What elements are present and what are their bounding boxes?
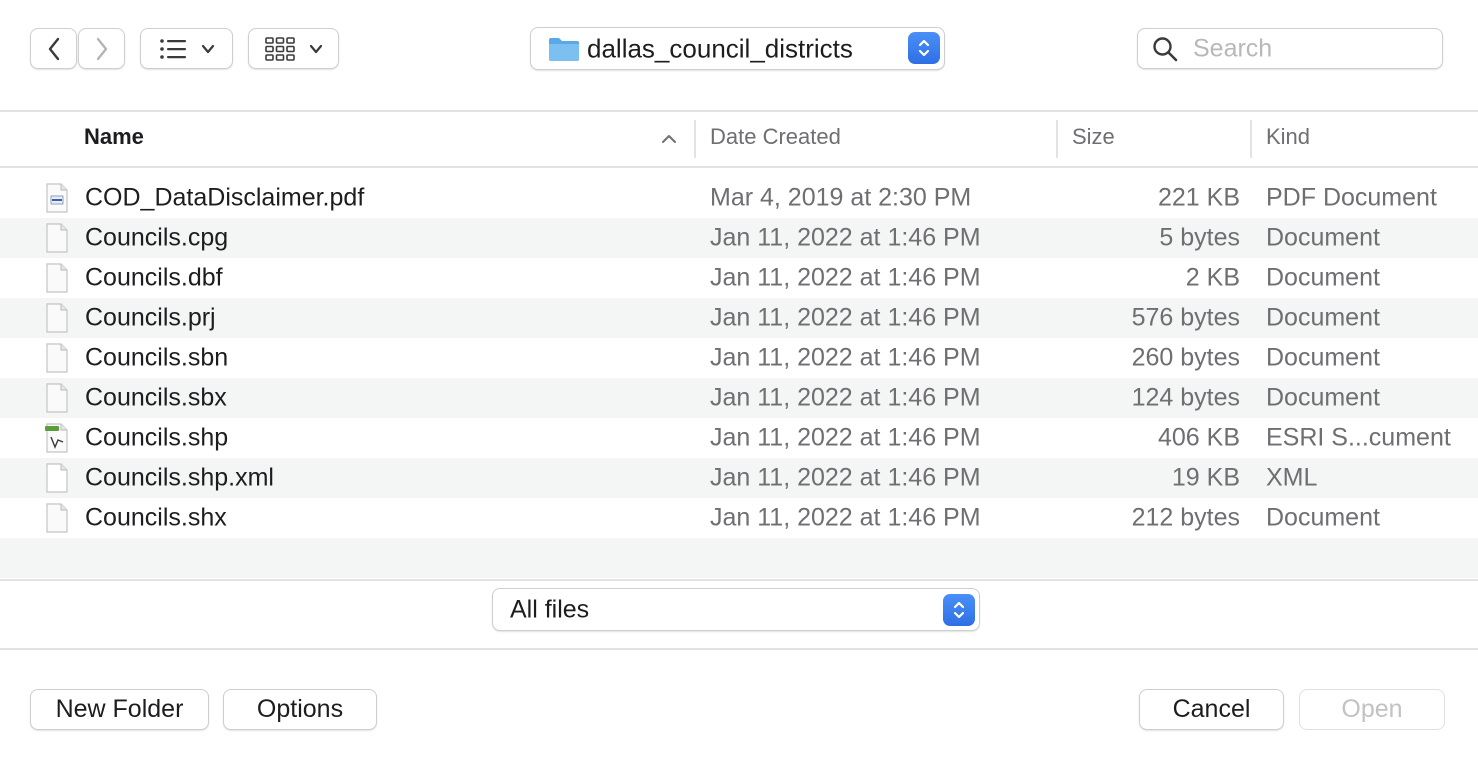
file-size: 221 KB: [1157, 183, 1240, 212]
file-size: 576 bytes: [1131, 303, 1240, 332]
chevron-left-icon: [47, 37, 61, 61]
location-popup[interactable]: dallas_council_districts: [530, 27, 945, 70]
shp-file-icon: [44, 423, 70, 453]
file-name: Councils.cpg: [85, 223, 229, 252]
column-divider[interactable]: [1056, 120, 1058, 158]
xml-file-icon: [44, 463, 70, 493]
file-name: Councils.shp.xml: [85, 463, 274, 492]
popup-stepper-icon: [908, 32, 940, 64]
file-row[interactable]: Councils.prj Jan 11, 2022 at 1:46 PM 576…: [0, 298, 1478, 338]
file-row[interactable]: Councils.sbx Jan 11, 2022 at 1:46 PM 124…: [0, 378, 1478, 418]
file-size: 2 KB: [1185, 263, 1240, 292]
column-header-size[interactable]: Size: [1072, 124, 1115, 150]
file-name: Councils.shp: [85, 423, 229, 452]
popup-stepper-icon: [943, 594, 975, 626]
file-kind: Document: [1266, 223, 1380, 252]
file-kind: Document: [1266, 263, 1380, 292]
chevron-right-icon: [95, 37, 109, 61]
filter-divider: [0, 648, 1478, 650]
file-date: Jan 11, 2022 at 1:46 PM: [710, 383, 981, 412]
grid-icon: [264, 36, 295, 61]
header-divider: [0, 166, 1478, 168]
file-kind: PDF Document: [1266, 183, 1437, 212]
file-kind: XML: [1266, 463, 1318, 492]
file-name: Councils.prj: [85, 303, 216, 332]
file-row[interactable]: Councils.dbf Jan 11, 2022 at 1:46 PM 2 K…: [0, 258, 1478, 298]
column-header-date[interactable]: Date Created: [710, 124, 841, 150]
options-label: Options: [256, 695, 344, 723]
file-name: Councils.sbn: [85, 343, 229, 372]
group-button[interactable]: [248, 28, 339, 69]
file-kind: Document: [1266, 383, 1380, 412]
file-size: 406 KB: [1157, 423, 1240, 452]
column-header-kind[interactable]: Kind: [1266, 124, 1310, 150]
file-name: Councils.sbx: [85, 383, 227, 412]
file-date: Jan 11, 2022 at 1:46 PM: [710, 343, 981, 372]
column-divider[interactable]: [694, 120, 696, 158]
file-size: 19 KB: [1171, 463, 1240, 492]
column-divider[interactable]: [1250, 120, 1252, 158]
file-size: 212 bytes: [1131, 503, 1240, 532]
chevron-down-icon: [201, 44, 215, 54]
file-row[interactable]: Councils.shp Jan 11, 2022 at 1:46 PM 406…: [0, 418, 1478, 458]
document-icon: [44, 343, 70, 373]
file-size: 124 bytes: [1131, 383, 1240, 412]
file-date: Jan 11, 2022 at 1:46 PM: [710, 503, 981, 532]
new-folder-label: New Folder: [55, 695, 184, 723]
forward-button[interactable]: [78, 28, 125, 69]
file-name: Councils.dbf: [85, 263, 223, 292]
file-date: Jan 11, 2022 at 1:46 PM: [710, 303, 981, 332]
file-kind: Document: [1266, 343, 1380, 372]
column-header-name[interactable]: Name: [84, 124, 144, 150]
open-button[interactable]: Open: [1299, 689, 1445, 730]
file-date: Jan 11, 2022 at 1:46 PM: [710, 263, 981, 292]
file-size: 5 bytes: [1159, 223, 1240, 252]
file-type-label: All files: [510, 595, 590, 623]
file-date: Jan 11, 2022 at 1:46 PM: [710, 223, 981, 252]
file-row[interactable]: Councils.sbn Jan 11, 2022 at 1:46 PM 260…: [0, 338, 1478, 378]
search-field[interactable]: Search: [1137, 28, 1443, 69]
open-label: Open: [1341, 695, 1403, 723]
new-folder-button[interactable]: New Folder: [30, 689, 209, 730]
document-icon: [44, 383, 70, 413]
toolbar-divider: [0, 110, 1478, 112]
file-size: 260 bytes: [1131, 343, 1240, 372]
search-input[interactable]: Search: [1193, 34, 1272, 63]
file-row[interactable]: COD_DataDisclaimer.pdf Mar 4, 2019 at 2:…: [0, 178, 1478, 218]
search-icon: [1152, 36, 1178, 62]
file-date: Mar 4, 2019 at 2:30 PM: [710, 183, 972, 212]
list-bottom-divider: [0, 579, 1478, 581]
pdf-file-icon: [44, 183, 70, 213]
file-type-popup[interactable]: All files: [492, 588, 980, 631]
file-date: Jan 11, 2022 at 1:46 PM: [710, 463, 981, 492]
folder-icon: [548, 36, 580, 62]
file-kind: Document: [1266, 303, 1380, 332]
document-icon: [44, 303, 70, 333]
list-icon: [159, 38, 187, 60]
empty-row: [0, 538, 1478, 578]
file-row[interactable]: Councils.cpg Jan 11, 2022 at 1:46 PM 5 b…: [0, 218, 1478, 258]
file-name: Councils.shx: [85, 503, 227, 532]
file-name: COD_DataDisclaimer.pdf: [85, 183, 365, 212]
document-icon: [44, 223, 70, 253]
chevron-down-icon: [309, 44, 323, 54]
file-kind: Document: [1266, 503, 1380, 532]
back-button[interactable]: [30, 28, 77, 69]
file-kind: ESRI S...cument: [1266, 423, 1451, 452]
view-mode-button[interactable]: [140, 28, 233, 69]
location-label: dallas_council_districts: [587, 33, 853, 63]
options-button[interactable]: Options: [223, 689, 377, 730]
sort-ascending-icon[interactable]: [661, 134, 677, 144]
cancel-label: Cancel: [1172, 695, 1251, 723]
file-row[interactable]: Councils.shx Jan 11, 2022 at 1:46 PM 212…: [0, 498, 1478, 538]
document-icon: [44, 263, 70, 293]
file-row[interactable]: Councils.shp.xml Jan 11, 2022 at 1:46 PM…: [0, 458, 1478, 498]
document-icon: [44, 503, 70, 533]
cancel-button[interactable]: Cancel: [1139, 689, 1284, 730]
file-date: Jan 11, 2022 at 1:46 PM: [710, 423, 981, 452]
